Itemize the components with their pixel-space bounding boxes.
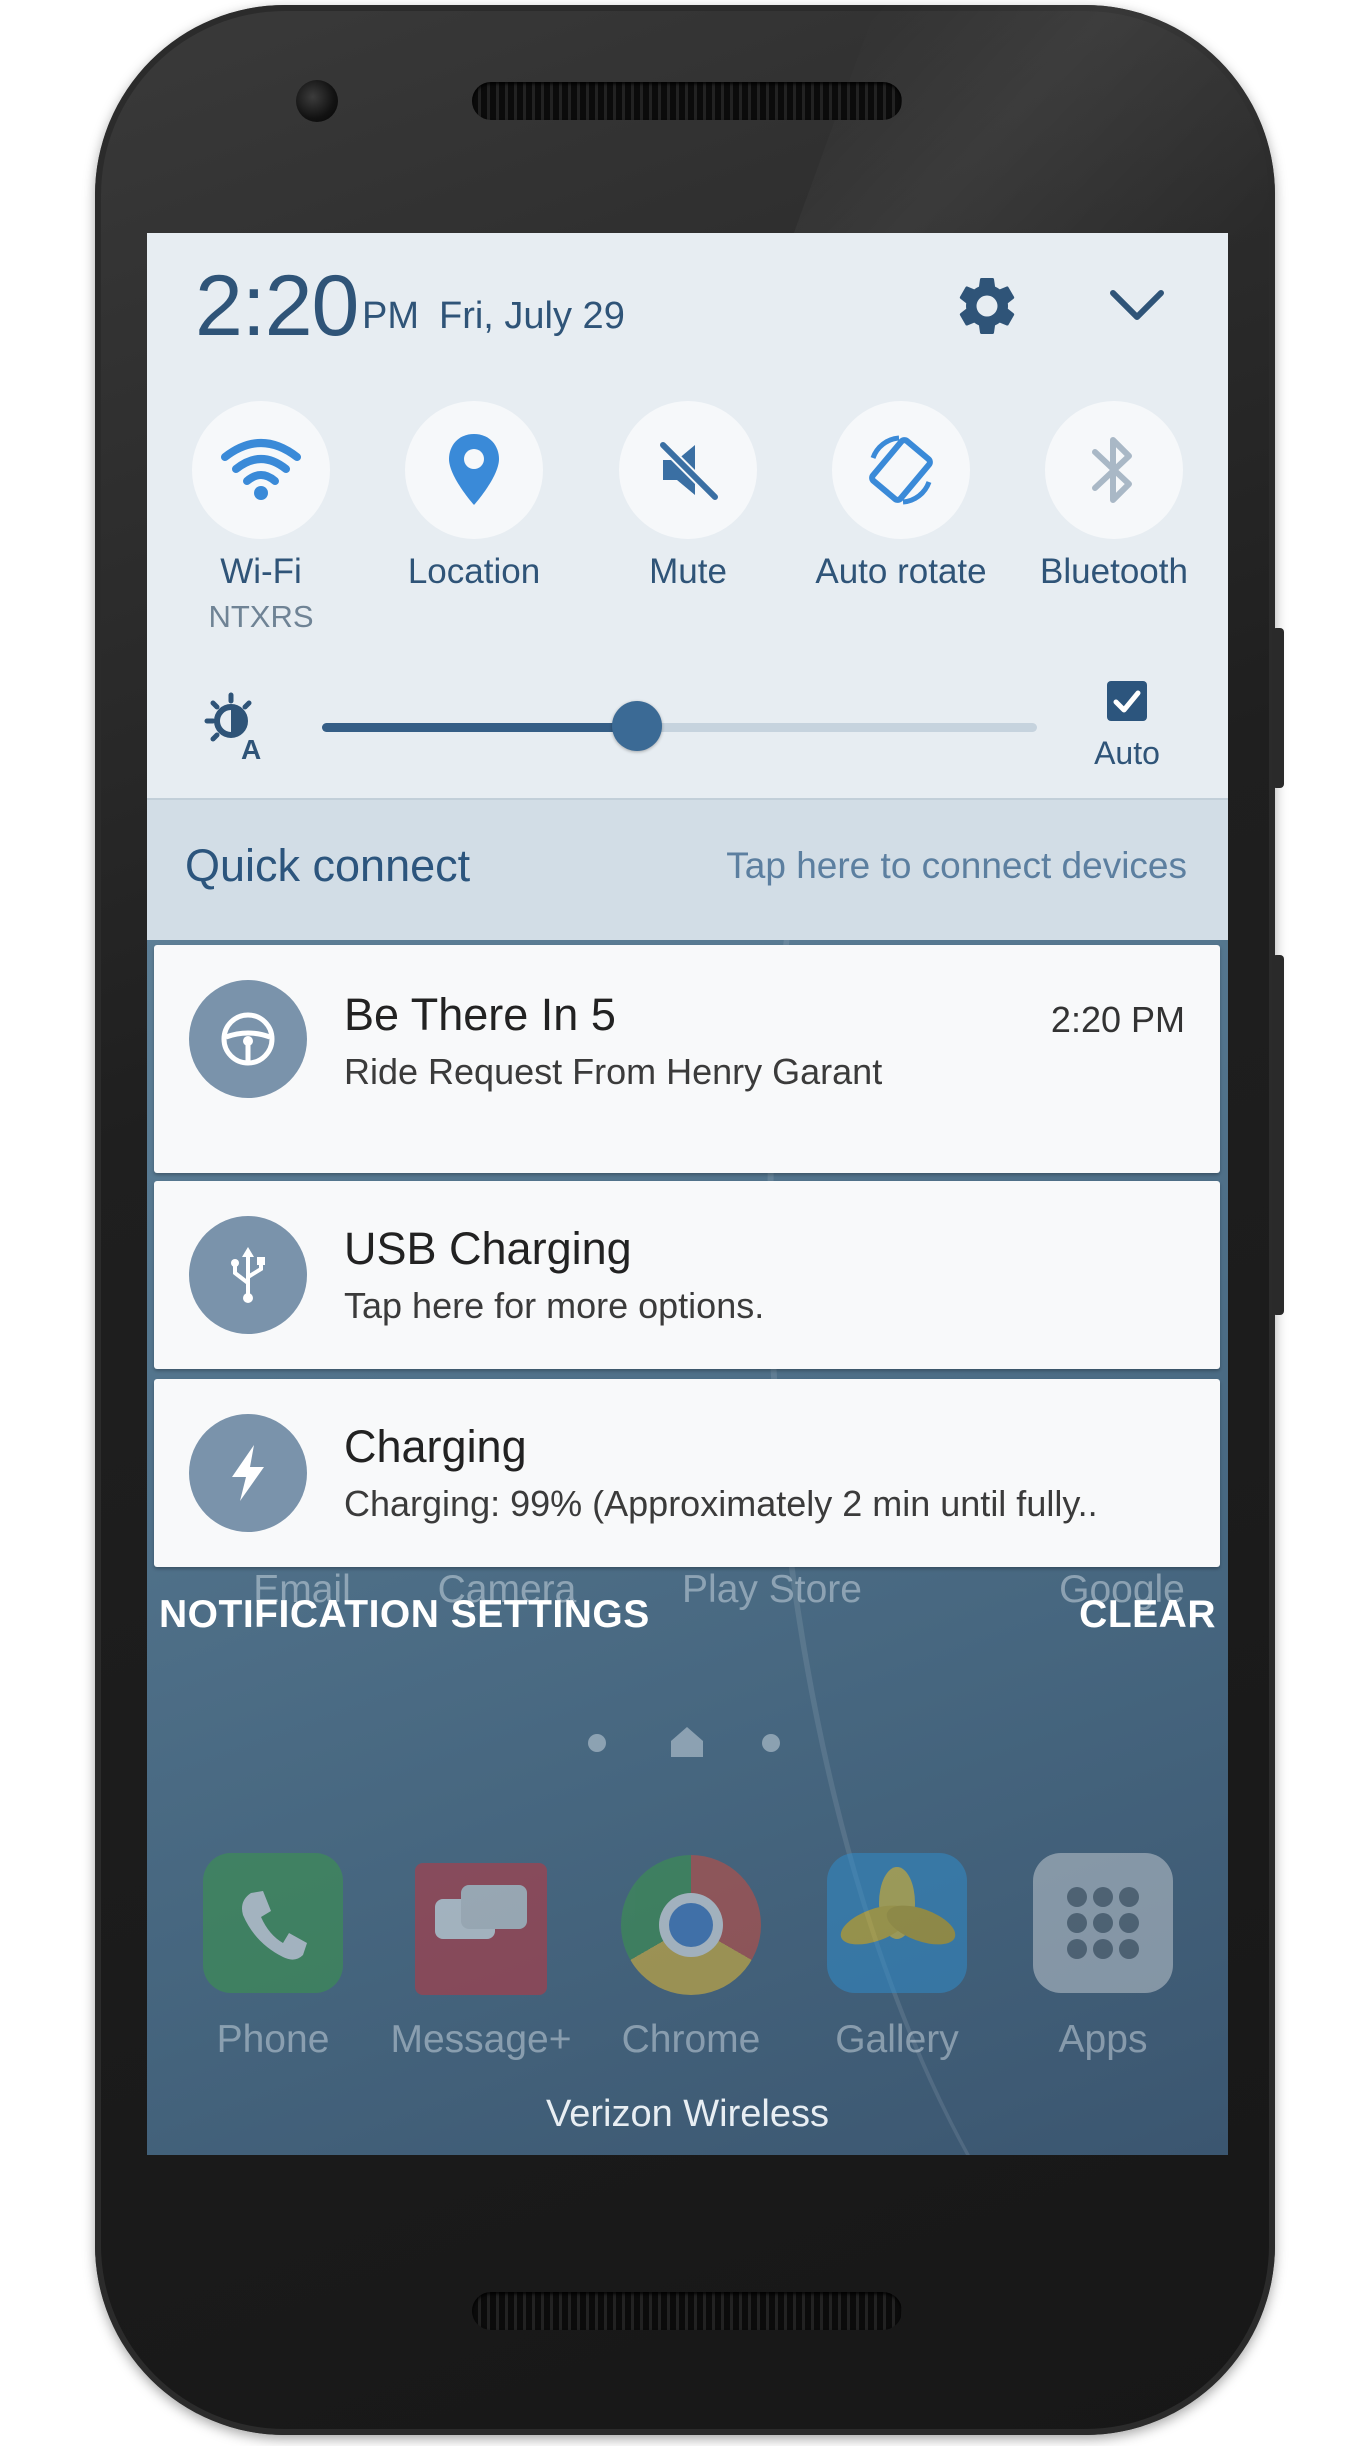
wifi-tile-button[interactable] bbox=[192, 401, 330, 539]
tile-mute[interactable] bbox=[619, 401, 757, 539]
page-dot bbox=[588, 1734, 606, 1752]
phone-shine bbox=[793, 5, 1275, 235]
page-dot bbox=[762, 1734, 780, 1752]
brightness-slider-fill bbox=[322, 723, 637, 732]
bluetooth-icon bbox=[1092, 437, 1132, 503]
front-camera bbox=[296, 80, 338, 122]
top-speaker-grille bbox=[472, 82, 902, 120]
home-page-icon bbox=[669, 1725, 705, 1759]
wifi-icon bbox=[221, 439, 301, 500]
tile-location-label: Location bbox=[407, 552, 541, 591]
dock-label-phone: Phone bbox=[216, 2018, 330, 2061]
notification-charging[interactable]: Charging Charging: 99% (Approximately 2 … bbox=[154, 1379, 1220, 1567]
gear-icon[interactable] bbox=[952, 271, 1022, 341]
svg-text:A: A bbox=[241, 734, 261, 761]
tile-wifi-sublabel: NTXRS bbox=[208, 599, 314, 634]
notification-title: Be There In 5 bbox=[344, 989, 616, 1040]
message-icon[interactable] bbox=[415, 1863, 547, 1995]
brightness-slider-thumb[interactable] bbox=[612, 701, 662, 751]
lightning-bolt-icon bbox=[189, 1414, 307, 1532]
notification-title: USB Charging bbox=[344, 1223, 632, 1274]
notification-body: Tap here for more options. bbox=[344, 1285, 765, 1326]
mute-icon bbox=[657, 439, 719, 501]
phone-icon[interactable] bbox=[203, 1853, 343, 1993]
gallery-icon[interactable] bbox=[827, 1853, 967, 1993]
quick-connect-hint: Tap here to connect devices bbox=[726, 845, 1187, 886]
power-button bbox=[1272, 628, 1284, 788]
notification-title: Charging bbox=[344, 1421, 527, 1472]
tile-bluetooth-label: Bluetooth bbox=[1040, 552, 1188, 591]
quick-connect-title: Quick connect bbox=[185, 840, 471, 891]
dock-label-chrome: Chrome bbox=[621, 2018, 761, 2061]
notification-usb-charging[interactable]: USB Charging Tap here for more options. bbox=[154, 1181, 1220, 1369]
home-label-play-store: Play Store bbox=[682, 1568, 862, 1611]
clear-button[interactable]: CLEAR bbox=[1079, 1593, 1216, 1637]
chevron-down-icon[interactable] bbox=[1105, 281, 1169, 331]
tile-wifi-label: Wi-Fi bbox=[220, 552, 302, 591]
quick-settings-panel: 2:20 PM Fri, July 29 Wi-Fi NTXRS Locatio… bbox=[147, 233, 1228, 798]
bluetooth-tile-button[interactable] bbox=[1045, 401, 1183, 539]
quick-connect-bar[interactable]: Quick connect Tap here to connect device… bbox=[147, 798, 1228, 940]
clock-time: 2:20 bbox=[195, 258, 359, 354]
apps-grid-icon[interactable] bbox=[1033, 1853, 1173, 1993]
auto-rotate-icon bbox=[869, 435, 933, 505]
notification-body: Ride Request From Henry Garant bbox=[344, 1051, 883, 1092]
tile-mute-label: Mute bbox=[649, 552, 727, 591]
notification-settings-button[interactable]: NOTIFICATION SETTINGS bbox=[159, 1593, 650, 1637]
date-label[interactable]: Fri, July 29 bbox=[439, 295, 625, 338]
tile-wifi[interactable] bbox=[192, 401, 330, 539]
tile-auto-rotate[interactable] bbox=[832, 401, 970, 539]
clock-ampm: PM bbox=[362, 295, 419, 337]
notification-body: Charging: 99% (Approximately 2 min until… bbox=[344, 1483, 1098, 1524]
chrome-icon[interactable] bbox=[621, 1855, 761, 1995]
mute-tile-button[interactable] bbox=[619, 401, 757, 539]
location-pin-icon bbox=[449, 434, 499, 505]
auto-brightness-checkbox[interactable] bbox=[1107, 681, 1147, 721]
steering-wheel-icon bbox=[189, 980, 307, 1098]
bottom-speaker-grille bbox=[472, 2292, 902, 2330]
screen: 2:20 PM Fri, July 29 Wi-Fi NTXRS Locatio… bbox=[147, 233, 1228, 2155]
tile-location[interactable] bbox=[405, 401, 543, 539]
carrier-label: Verizon Wireless bbox=[546, 2093, 829, 2135]
dock-label-apps: Apps bbox=[1058, 2018, 1148, 2061]
dock-label-message: Message+ bbox=[390, 2018, 572, 2061]
dock-label-gallery: Gallery bbox=[835, 2018, 959, 2061]
auto-brightness-icon: A bbox=[199, 691, 269, 765]
auto-rotate-tile-button[interactable] bbox=[832, 401, 970, 539]
tile-auto-rotate-label: Auto rotate bbox=[815, 552, 987, 591]
auto-brightness-label: Auto bbox=[1094, 735, 1160, 771]
tile-bluetooth[interactable] bbox=[1045, 401, 1183, 539]
location-tile-button[interactable] bbox=[405, 401, 543, 539]
volume-button bbox=[1272, 955, 1284, 1315]
usb-icon bbox=[189, 1216, 307, 1334]
checkmark-icon bbox=[1113, 690, 1141, 713]
notification-be-there-in-5[interactable]: Be There In 5 Ride Request From Henry Ga… bbox=[154, 945, 1220, 1173]
notification-time: 2:20 PM bbox=[1050, 999, 1185, 1040]
